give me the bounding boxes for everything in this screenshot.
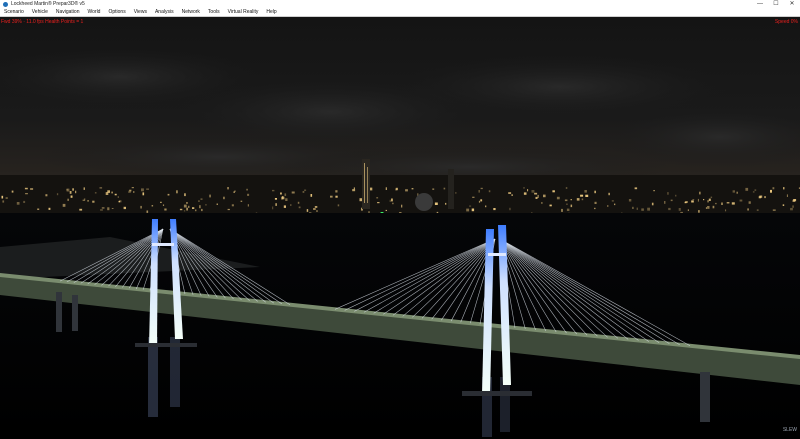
status-readout: Fwd 39% · 11.0 fps Health Points = 1 [1, 19, 84, 25]
menu-network[interactable]: Network [178, 8, 204, 16]
menu-vehicle[interactable]: Vehicle [28, 8, 52, 16]
window-title: Lockheed Martin® Prepar3D® v5 [11, 1, 85, 7]
window-controls: — ☐ ✕ [752, 0, 800, 8]
menu-tools[interactable]: Tools [204, 8, 224, 16]
simulator-viewport[interactable]: Fwd 39% · 11.0 fps Health Points = 1 Spe… [0, 17, 800, 439]
menu-world[interactable]: World [84, 8, 105, 16]
night-bridge-scene [0, 17, 800, 439]
menu-views[interactable]: Views [130, 8, 151, 16]
menu-scenario[interactable]: Scenario [0, 8, 28, 16]
menu-navigation[interactable]: Navigation [52, 8, 84, 16]
menu-virtual-reality[interactable]: Virtual Reality [224, 8, 263, 16]
menu-options[interactable]: Options [104, 8, 129, 16]
title-bar: Lockheed Martin® Prepar3D® v5 — ☐ ✕ [0, 0, 800, 8]
menu-help[interactable]: Help [262, 8, 280, 16]
speed-readout: Speed 0% [774, 19, 798, 25]
minimize-button[interactable]: — [752, 0, 768, 8]
app-logo-icon [3, 1, 8, 7]
close-button[interactable]: ✕ [784, 0, 800, 8]
menu-analysis[interactable]: Analysis [151, 8, 178, 16]
slew-indicator: SLEW [782, 427, 797, 433]
maximize-button[interactable]: ☐ [768, 0, 784, 8]
menu-bar: Scenario Vehicle Navigation World Option… [0, 8, 800, 17]
